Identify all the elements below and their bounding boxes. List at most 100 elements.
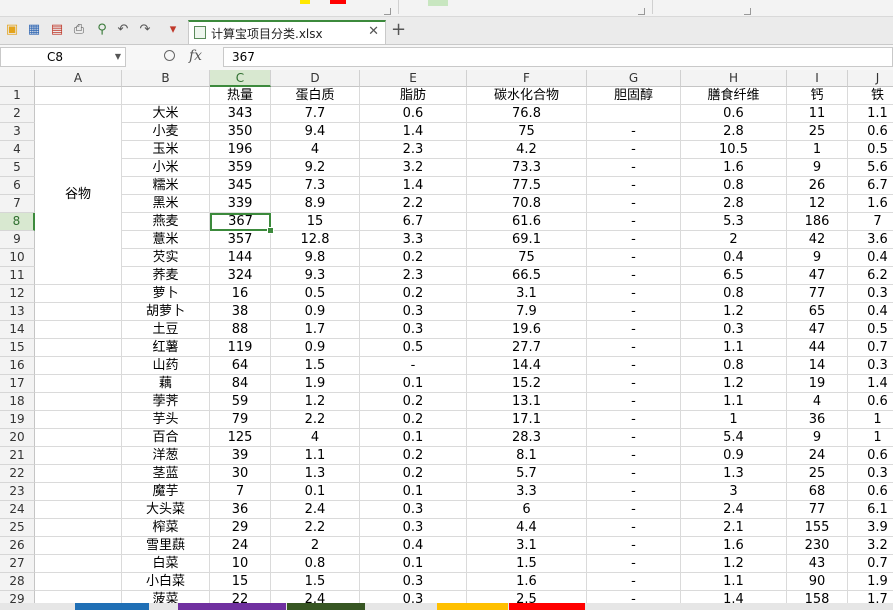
value-cell-f[interactable]: 14.4 xyxy=(467,357,587,375)
value-cell-g[interactable]: - xyxy=(587,285,681,303)
value-cell-g[interactable]: - xyxy=(587,195,681,213)
food-name-cell[interactable]: 薏米 xyxy=(122,231,210,249)
value-cell-g[interactable]: - xyxy=(587,555,681,573)
value-cell-h[interactable]: 1.1 xyxy=(681,393,787,411)
value-cell-e[interactable]: 0.2 xyxy=(360,465,467,483)
cell-a[interactable] xyxy=(35,429,122,447)
food-name-cell[interactable]: 茎蓝 xyxy=(122,465,210,483)
cell-a[interactable] xyxy=(35,285,122,303)
food-name-cell[interactable]: 芋头 xyxy=(122,411,210,429)
customize-toolbar-icon[interactable]: ▾ xyxy=(166,23,180,37)
value-cell-f[interactable]: 75 xyxy=(467,123,587,141)
value-cell-h[interactable]: 1 xyxy=(681,411,787,429)
value-cell-h[interactable]: 1.1 xyxy=(681,339,787,357)
value-cell-c[interactable]: 343 xyxy=(210,105,271,123)
value-cell-f[interactable]: 1.5 xyxy=(467,555,587,573)
food-name-cell[interactable]: 红薯 xyxy=(122,339,210,357)
value-cell-j[interactable]: 0.6 xyxy=(848,447,893,465)
value-cell-g[interactable]: - xyxy=(587,231,681,249)
value-cell-f[interactable]: 69.1 xyxy=(467,231,587,249)
value-cell-f[interactable]: 3.1 xyxy=(467,285,587,303)
value-cell-d[interactable]: 1.9 xyxy=(271,375,360,393)
insert-function-button[interactable]: fx xyxy=(189,48,202,64)
value-cell-f[interactable]: 17.1 xyxy=(467,411,587,429)
save-icon[interactable]: ▦ xyxy=(27,23,41,37)
value-cell-e[interactable]: 2.3 xyxy=(360,267,467,285)
font-color-swatch[interactable] xyxy=(330,0,346,4)
value-cell-j[interactable]: 1.4 xyxy=(848,375,893,393)
value-cell-j[interactable]: 0.3 xyxy=(848,357,893,375)
row-header-23[interactable]: 23 xyxy=(0,483,35,501)
food-name-cell[interactable]: 大米 xyxy=(122,105,210,123)
dialog-launcher-icon[interactable] xyxy=(638,8,645,15)
value-cell-h[interactable]: 2.8 xyxy=(681,123,787,141)
value-cell-d[interactable]: 9.3 xyxy=(271,267,360,285)
food-name-cell[interactable]: 胡萝卜 xyxy=(122,303,210,321)
food-name-cell[interactable]: 小麦 xyxy=(122,123,210,141)
value-cell-f[interactable]: 4.2 xyxy=(467,141,587,159)
value-cell-e[interactable]: 0.2 xyxy=(360,411,467,429)
value-cell-g[interactable]: - xyxy=(587,123,681,141)
value-cell-g[interactable]: - xyxy=(587,465,681,483)
value-cell-d[interactable]: 7.3 xyxy=(271,177,360,195)
row-header-22[interactable]: 22 xyxy=(0,465,35,483)
highlight-color-swatch[interactable] xyxy=(300,0,310,4)
value-cell-d[interactable]: 4 xyxy=(271,429,360,447)
cell-a[interactable] xyxy=(35,555,122,573)
value-cell-g[interactable]: - xyxy=(587,447,681,465)
value-cell-c[interactable]: 30 xyxy=(210,465,271,483)
value-cell-i[interactable]: 26 xyxy=(787,177,848,195)
sheet-tab-3[interactable] xyxy=(287,603,365,610)
value-cell-j[interactable]: 1 xyxy=(848,411,893,429)
value-cell-i[interactable]: 90 xyxy=(787,573,848,591)
value-cell-d[interactable]: 1.5 xyxy=(271,573,360,591)
value-cell-e[interactable]: 1.4 xyxy=(360,123,467,141)
cell[interactable] xyxy=(35,87,122,105)
value-cell-e[interactable]: 6.7 xyxy=(360,213,467,231)
value-cell-g[interactable]: - xyxy=(587,537,681,555)
value-cell-i[interactable]: 24 xyxy=(787,447,848,465)
value-cell-h[interactable]: 0.8 xyxy=(681,177,787,195)
value-cell-h[interactable]: 2.4 xyxy=(681,501,787,519)
value-cell-c[interactable]: 339 xyxy=(210,195,271,213)
value-cell-h[interactable]: 0.9 xyxy=(681,447,787,465)
food-name-cell[interactable]: 黑米 xyxy=(122,195,210,213)
value-cell-g[interactable]: - xyxy=(587,177,681,195)
value-cell-d[interactable]: 2.4 xyxy=(271,501,360,519)
new-tab-plus-icon[interactable]: + xyxy=(391,21,406,39)
value-cell-e[interactable]: 0.2 xyxy=(360,447,467,465)
column-header-i[interactable]: I xyxy=(787,70,848,87)
row-header-5[interactable]: 5 xyxy=(0,159,35,177)
column-header-d[interactable]: D xyxy=(271,70,360,87)
value-cell-c[interactable]: 196 xyxy=(210,141,271,159)
value-cell-g[interactable]: - xyxy=(587,519,681,537)
value-cell-i[interactable]: 25 xyxy=(787,465,848,483)
value-cell-d[interactable]: 2.2 xyxy=(271,519,360,537)
value-cell-d[interactable]: 2.2 xyxy=(271,411,360,429)
value-cell-c[interactable]: 38 xyxy=(210,303,271,321)
value-cell-c[interactable]: 119 xyxy=(210,339,271,357)
value-cell-i[interactable]: 155 xyxy=(787,519,848,537)
row-header-13[interactable]: 13 xyxy=(0,303,35,321)
value-cell-j[interactable]: 0.5 xyxy=(848,321,893,339)
value-cell-f[interactable]: 66.5 xyxy=(467,267,587,285)
value-cell-d[interactable]: 9.4 xyxy=(271,123,360,141)
food-name-cell[interactable]: 萝卜 xyxy=(122,285,210,303)
value-cell-g[interactable]: - xyxy=(587,159,681,177)
value-cell-h[interactable]: 2.8 xyxy=(681,195,787,213)
value-cell-c[interactable]: 39 xyxy=(210,447,271,465)
cell-a[interactable] xyxy=(35,501,122,519)
value-cell-d[interactable]: 7.7 xyxy=(271,105,360,123)
value-cell-j[interactable]: 0.5 xyxy=(848,141,893,159)
row-header-14[interactable]: 14 xyxy=(0,321,35,339)
value-cell-d[interactable]: 1.7 xyxy=(271,321,360,339)
value-cell-g[interactable]: - xyxy=(587,267,681,285)
value-cell-j[interactable]: 1 xyxy=(848,429,893,447)
value-cell-d[interactable]: 9.2 xyxy=(271,159,360,177)
value-cell-f[interactable]: 19.6 xyxy=(467,321,587,339)
cell-a[interactable] xyxy=(35,519,122,537)
cell-a[interactable] xyxy=(35,303,122,321)
cell-a[interactable] xyxy=(35,393,122,411)
value-cell-j[interactable]: 0.7 xyxy=(848,555,893,573)
food-name-cell[interactable]: 洋葱 xyxy=(122,447,210,465)
